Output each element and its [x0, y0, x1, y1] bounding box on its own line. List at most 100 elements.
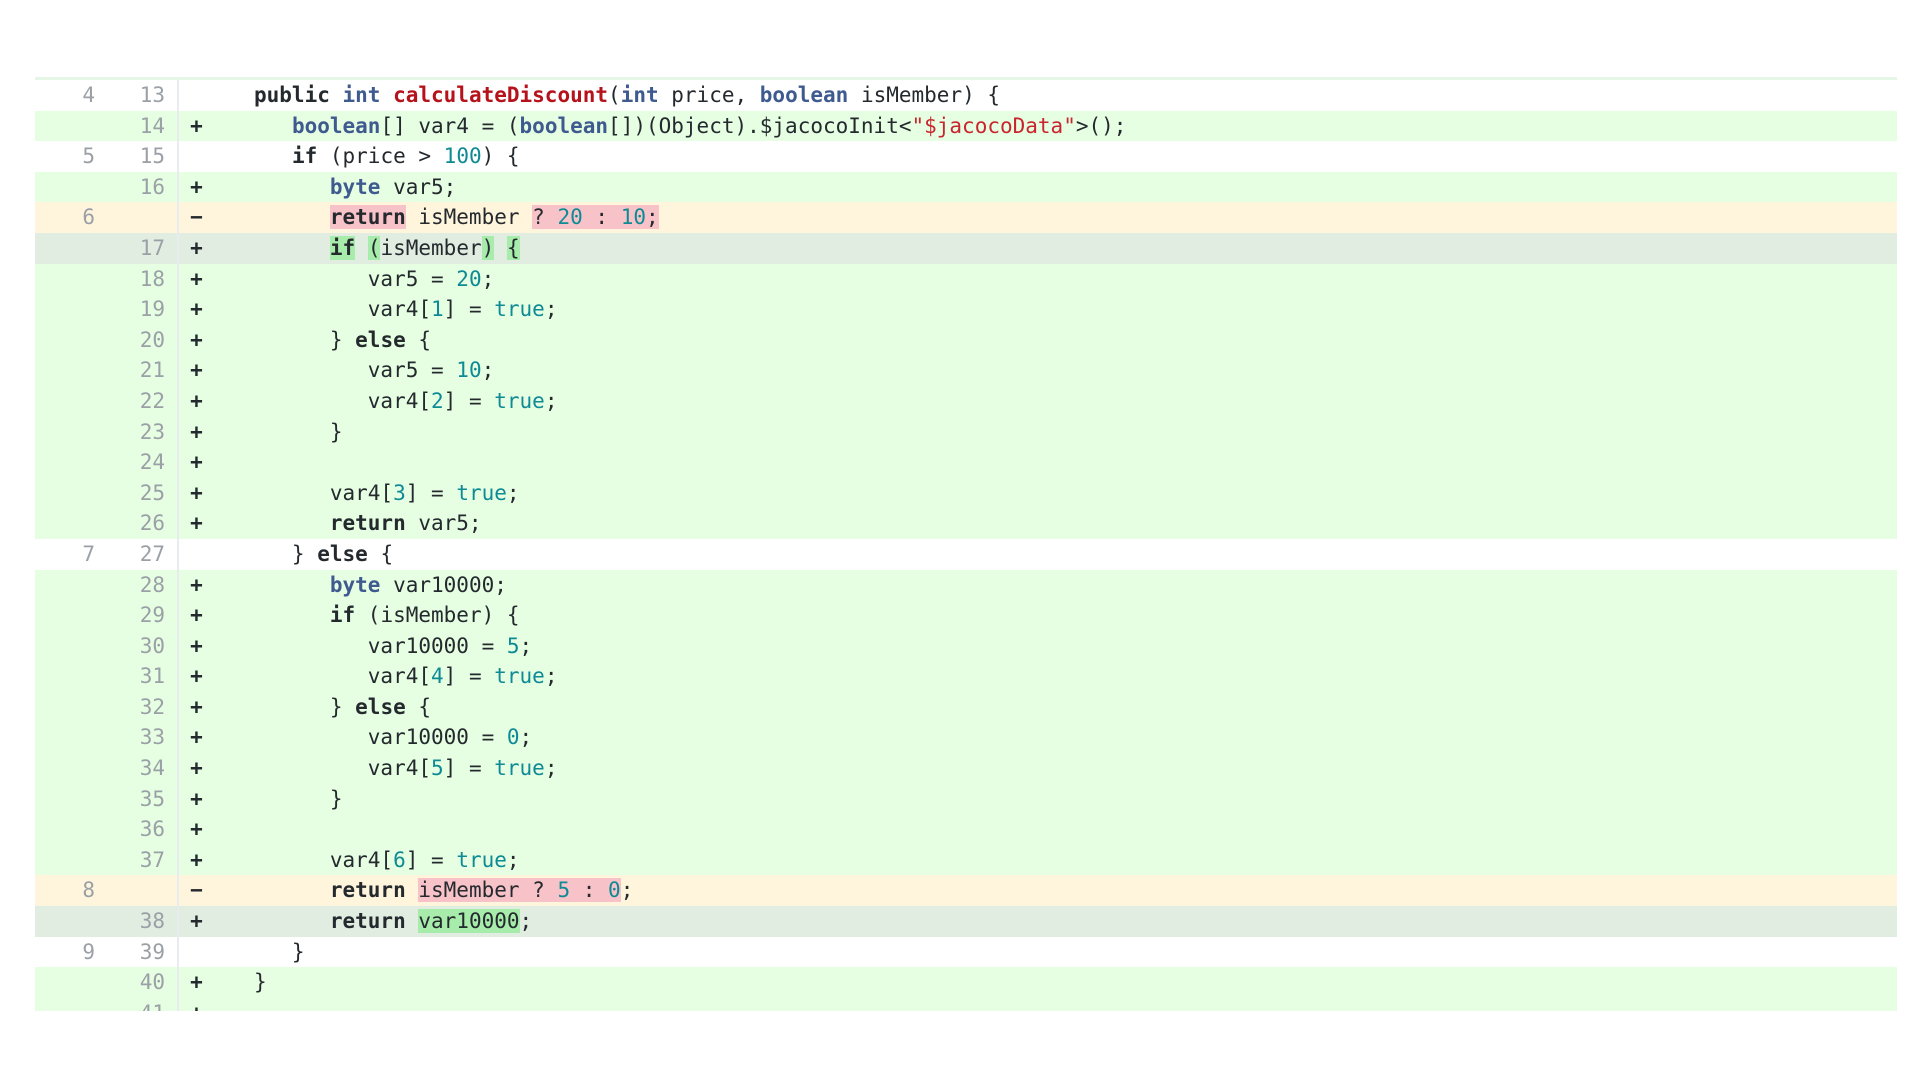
diff-line-add[interactable]: 37 + var4[6] = true; [35, 844, 1897, 876]
old-line-number: 7 [82, 541, 95, 566]
context-marker [179, 937, 214, 968]
code-token: true [456, 480, 507, 505]
diff-line-add[interactable]: 30 + var10000 = 5; [35, 630, 1897, 662]
diff-line-add[interactable]: 25 + var4[3] = true; [35, 477, 1897, 509]
old-line-number: 6 [82, 205, 95, 230]
diff-line-ctx[interactable]: 4 13 public int calculateDiscount(int pric… [35, 80, 1897, 111]
diff-line-add-mod[interactable]: 17 + if (isMember) { [35, 232, 1897, 264]
code-token: boolean [759, 83, 849, 107]
old-line-number: 8 [82, 878, 95, 903]
diff-line-add[interactable]: 32 + } else { [35, 691, 1897, 723]
plus-marker: + [190, 725, 203, 750]
code-content: if (isMember) { [214, 233, 1897, 264]
new-line-number: 28 [107, 569, 179, 601]
code-token: ? [532, 205, 558, 230]
code-token: isMember) { [848, 83, 1001, 107]
old-line-number [35, 508, 107, 539]
new-line-number: 14 [107, 110, 179, 142]
diff-line-ctx[interactable]: 9 39 } [35, 936, 1897, 968]
code-token: } [254, 541, 318, 566]
code-token: { [367, 541, 394, 566]
old-line-number [35, 478, 107, 509]
new-line-number: 15 [107, 141, 179, 172]
code-content: var4[3] = true; [214, 478, 1897, 509]
code-content: byte var5; [214, 172, 1897, 203]
code-content: boolean[] var4 = (boolean[])(Object).$ja… [214, 111, 1897, 142]
code-token: ) { [481, 144, 520, 169]
code-token: ; [544, 388, 558, 413]
code-content: } [214, 967, 1897, 998]
code-content: return var10000; [214, 906, 1897, 937]
code-token: return [329, 878, 406, 903]
code-token: else [355, 327, 406, 352]
code-token: ; [544, 664, 558, 689]
diff-line-add[interactable]: 16 + byte var5; [35, 171, 1897, 203]
plus-marker: + [179, 998, 214, 1011]
code-token: var4[ [254, 388, 432, 413]
code-token: ; [519, 633, 533, 658]
code-token: var5 = [254, 358, 457, 383]
minus-marker: − [190, 205, 203, 230]
diff-line-del[interactable]: 8 − return isMember ? 5 : 0; [35, 875, 1897, 907]
plus-marker: + [190, 327, 203, 352]
code-token: if [329, 603, 356, 628]
diff-line-ctx[interactable]: 7 27 } else { [35, 538, 1897, 570]
diff-line-add[interactable]: 26 + return var5; [35, 508, 1897, 539]
code-token: ; [544, 756, 558, 781]
new-line-number: 37 [107, 844, 179, 876]
code-token: 5 [506, 633, 520, 658]
code-token: : [582, 205, 621, 230]
code-token: "$jacocoData" [911, 113, 1076, 138]
diff-line-add[interactable]: 21 + var5 = 10; [35, 355, 1897, 386]
diff-line-add[interactable]: 36 + [35, 814, 1897, 845]
code-content: var10000 = 5; [214, 631, 1897, 662]
diff-line-del[interactable]: 6 − return isMember ? 20 : 10; [35, 202, 1897, 233]
diff-line-add[interactable]: 40 +} [35, 967, 1897, 998]
diff-line-add[interactable]: 34 + var4[5] = true; [35, 753, 1897, 784]
old-line-number [35, 692, 107, 723]
code-token: else [317, 541, 368, 566]
diff-line-add[interactable]: 20 + } else { [35, 324, 1897, 356]
diff-line-ctx[interactable]: 5 15 if (price > 100) { [35, 141, 1897, 172]
diff-line-add[interactable]: 29 + if (isMember) { [35, 600, 1897, 631]
old-line-number [35, 631, 107, 662]
code-token: 1 [431, 297, 444, 322]
plus-marker: + [190, 450, 203, 475]
new-line-number: 26 [107, 508, 179, 539]
code-token: ] = [443, 388, 495, 413]
diff-line-add[interactable]: 19 + var4[1] = true; [35, 294, 1897, 325]
plus-marker: + [190, 909, 203, 934]
new-line-number: 25 [107, 477, 179, 509]
old-line-number: 4 [82, 83, 95, 107]
diff-line-add-mod[interactable]: 38 + return var10000; [35, 906, 1897, 937]
diff-line-add[interactable]: 41+ [35, 997, 1897, 1011]
diff-line-add[interactable]: 22 + var4[2] = true; [35, 385, 1897, 417]
code-content: return isMember ? 20 : 10; [214, 202, 1897, 233]
code-token: } [254, 786, 343, 811]
new-line-number [107, 202, 179, 233]
diff-line-add[interactable]: 14 + boolean[] var4 = (boolean[])(Object)… [35, 110, 1897, 142]
new-line-number: 36 [107, 814, 179, 845]
code-token: ] = [443, 664, 495, 689]
code-token: true [456, 847, 507, 872]
code-token: var5; [405, 511, 482, 536]
plus-marker: + [190, 786, 203, 811]
old-line-number [35, 355, 107, 386]
diff-line-add[interactable]: 18 + var5 = 20; [35, 263, 1897, 295]
code-token: 2 [431, 388, 444, 413]
code-content: } else { [214, 325, 1897, 356]
diff-line-add[interactable]: 23 + } [35, 416, 1897, 448]
code-token: else [355, 694, 406, 719]
diff-line-add[interactable]: 28 + byte var10000; [35, 569, 1897, 601]
code-token: ; [519, 909, 533, 934]
old-line-number: 9 [82, 939, 95, 964]
new-line-number: 23 [107, 416, 179, 448]
diff-line-add[interactable]: 35 + } [35, 783, 1897, 815]
old-line-number [35, 325, 107, 356]
diff-line-add[interactable]: 24 + [35, 447, 1897, 478]
diff-line-add[interactable]: 31 + var4[4] = true; [35, 661, 1897, 692]
code-token: boolean [291, 113, 381, 138]
diff-line-add[interactable]: 33 + var10000 = 0; [35, 722, 1897, 754]
